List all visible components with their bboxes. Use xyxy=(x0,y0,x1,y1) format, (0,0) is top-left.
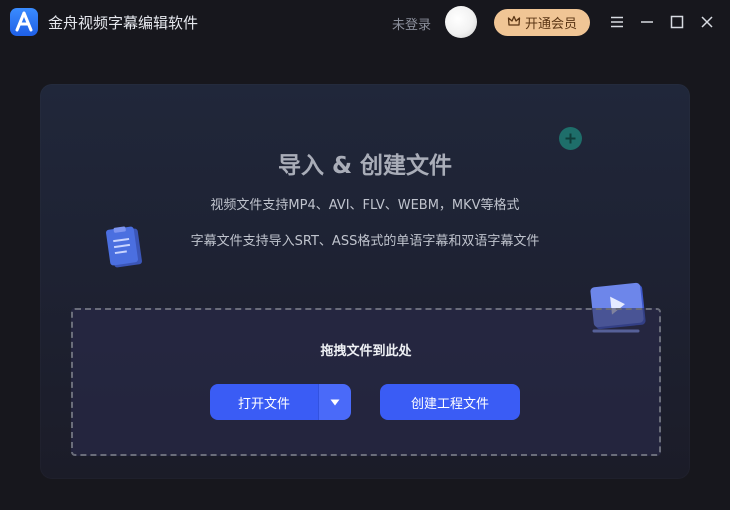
login-status-link[interactable]: 未登录 xyxy=(392,14,431,33)
drop-hint: 拖拽文件到此处 xyxy=(320,344,412,359)
video-format-info: 视频文件支持MP4、AVI、FLV、WEBM，MKV等格式 xyxy=(210,198,520,213)
caret-down-icon xyxy=(330,399,340,405)
import-create-panel: 导入 & 创建文件 视频文件支持MP4、AVI、FLV、WEBM，MKV等格式 … xyxy=(40,84,690,479)
minimize-icon xyxy=(641,21,653,23)
app-title: 金舟视频字幕编辑软件 xyxy=(48,14,199,32)
document-icon xyxy=(106,224,148,278)
maximize-button[interactable] xyxy=(665,8,689,36)
menu-icon xyxy=(611,16,623,28)
create-project-button[interactable]: 创建工程文件 xyxy=(380,384,520,420)
page-title: 导入 & 创建文件 xyxy=(277,153,453,179)
title-bar: 金舟视频字幕编辑软件 未登录 开通会员 xyxy=(0,0,730,44)
minimize-button[interactable] xyxy=(635,8,659,36)
crown-icon xyxy=(507,13,521,32)
avatar[interactable] xyxy=(445,6,477,38)
maximize-icon xyxy=(670,15,684,29)
open-file-dropdown-button[interactable] xyxy=(318,384,351,420)
app-logo-icon xyxy=(10,8,38,36)
drop-zone[interactable]: 拖拽文件到此处 打开文件 创建工程文件 xyxy=(71,308,661,456)
vip-button-label: 开通会员 xyxy=(524,17,577,32)
close-button[interactable] xyxy=(695,8,719,36)
open-file-button[interactable]: 打开文件 xyxy=(210,384,318,420)
close-icon xyxy=(701,16,713,28)
menu-button[interactable] xyxy=(605,8,629,36)
vip-button[interactable]: 开通会员 xyxy=(494,9,590,36)
